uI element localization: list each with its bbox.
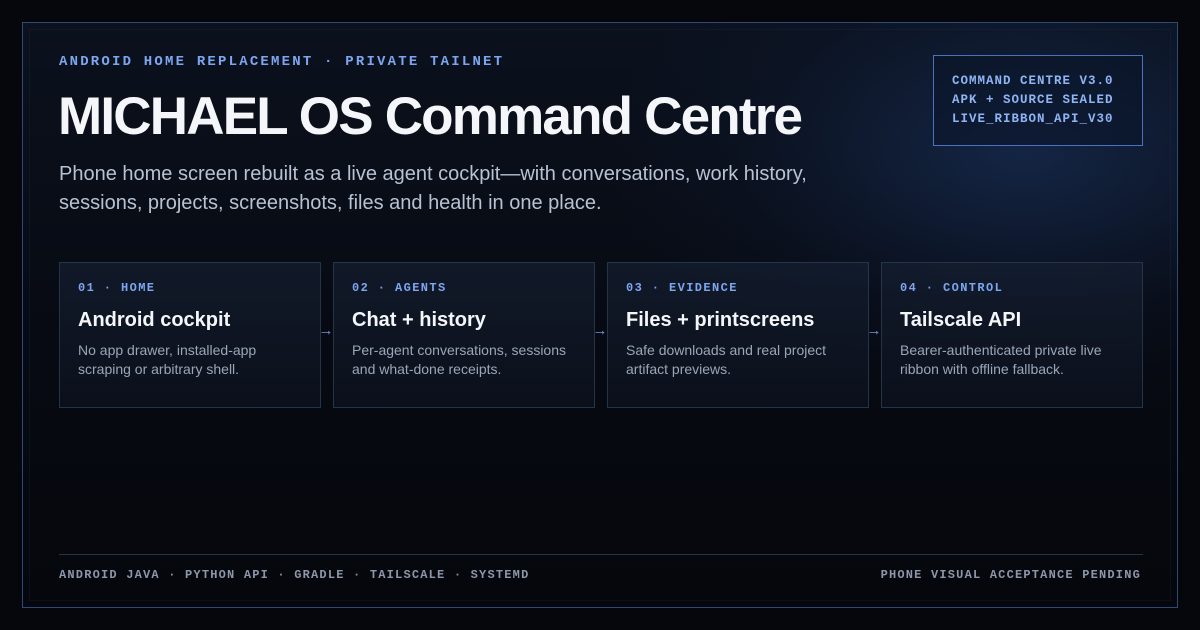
card-label: 02 · AGENTS bbox=[352, 281, 447, 295]
status-text: PHONE VISUAL ACCEPTANCE PENDING bbox=[880, 568, 1141, 582]
card-label: 03 · EVIDENCE bbox=[626, 281, 738, 295]
card-title: Chat + history bbox=[352, 309, 486, 331]
version-badge: COMMAND CENTRE V3.0 APK + SOURCE SEALED … bbox=[933, 55, 1143, 146]
badge-line-api: LIVE_RIBBON_API_V30 bbox=[952, 112, 1114, 126]
badge-line-version: COMMAND CENTRE V3.0 bbox=[952, 74, 1114, 88]
feature-cards: 01 · HOME Android cockpit No app drawer,… bbox=[59, 262, 1143, 408]
card-control: 04 · CONTROL Tailscale API Bearer-authen… bbox=[881, 262, 1143, 408]
page-subtitle: Phone home screen rebuilt as a live agen… bbox=[59, 163, 807, 214]
card-home: 01 · HOME Android cockpit No app drawer,… bbox=[59, 262, 321, 408]
card-title: Files + printscreens bbox=[626, 309, 815, 331]
card-label: 01 · HOME bbox=[78, 281, 156, 295]
card-agents: 02 · AGENTS Chat + history Per-agent con… bbox=[333, 262, 595, 408]
card-title: Android cockpit bbox=[78, 309, 231, 331]
hero-frame: ANDROID HOME REPLACEMENT · PRIVATE TAILN… bbox=[22, 22, 1178, 608]
card-description: No app drawer, installed-app scraping or… bbox=[78, 342, 257, 377]
tech-stack: ANDROID JAVA · PYTHON API · GRADLE · TAI… bbox=[59, 568, 530, 582]
footer-divider bbox=[59, 554, 1143, 555]
card-evidence: 03 · EVIDENCE Files + printscreens Safe … bbox=[607, 262, 869, 408]
card-title: Tailscale API bbox=[900, 309, 1022, 331]
card-label: 04 · CONTROL bbox=[900, 281, 1004, 295]
badge-line-build: APK + SOURCE SEALED bbox=[952, 93, 1114, 107]
card-description: Bearer-authenticated private live ribbon… bbox=[900, 342, 1102, 377]
card-description: Safe downloads and real project artifact… bbox=[626, 342, 827, 377]
card-description: Per-agent conversations, sessions and wh… bbox=[352, 342, 566, 377]
kicker-text: ANDROID HOME REPLACEMENT · PRIVATE TAILN… bbox=[59, 54, 505, 70]
page-title: MICHAEL OS Command Centre bbox=[58, 87, 803, 146]
